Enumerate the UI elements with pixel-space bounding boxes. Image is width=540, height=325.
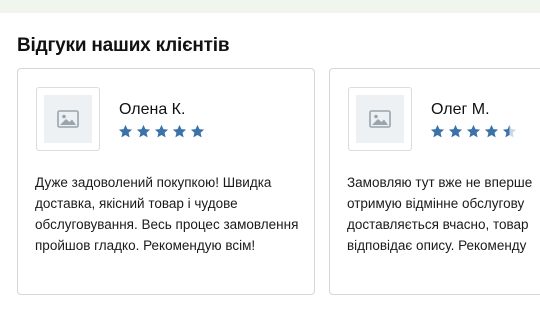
star-half-icon: [502, 124, 517, 138]
star-rating: [430, 124, 517, 139]
reviewer-name: Олена К.: [119, 101, 186, 118]
reviews-section: Відгуки наших клієнтів Олена К. Дуже зад…: [0, 13, 540, 325]
star-full-icon: [118, 124, 133, 138]
avatar: [348, 87, 412, 151]
review-card: Олег М. Замовляю тут вже не вперше отрим…: [329, 68, 540, 295]
star-full-icon: [172, 124, 187, 138]
review-text: Замовляю тут вже не вперше отримую відмі…: [347, 172, 532, 256]
review-text: Дуже задоволений покупкою! Швидка достав…: [35, 175, 299, 253]
image-placeholder-icon: [369, 110, 391, 128]
avatar: [36, 87, 100, 151]
star-full-icon: [154, 124, 169, 138]
image-placeholder-icon: [57, 110, 79, 128]
star-full-icon: [430, 124, 445, 138]
review-text-line: отримую відмінне обслугову: [347, 196, 525, 211]
review-text-line: Замовляю тут вже не вперше: [347, 175, 533, 190]
star-full-icon: [190, 124, 205, 138]
star-rating: [118, 124, 205, 139]
star-full-icon: [136, 124, 151, 138]
star-full-icon: [448, 124, 463, 138]
review-text-line: доставляється вчасно, товар: [347, 217, 529, 232]
reviewer-name: Олег М.: [431, 101, 490, 118]
review-text-line: відповідає опису. Рекоменду: [347, 238, 527, 253]
review-card: Олена К. Дуже задоволений покупкою! Швид…: [17, 68, 315, 295]
reviews-carousel[interactable]: Олена К. Дуже задоволений покупкою! Швид…: [0, 68, 540, 313]
star-full-icon: [484, 124, 499, 138]
star-full-icon: [466, 124, 481, 138]
section-title: Відгуки наших клієнтів: [17, 35, 230, 56]
